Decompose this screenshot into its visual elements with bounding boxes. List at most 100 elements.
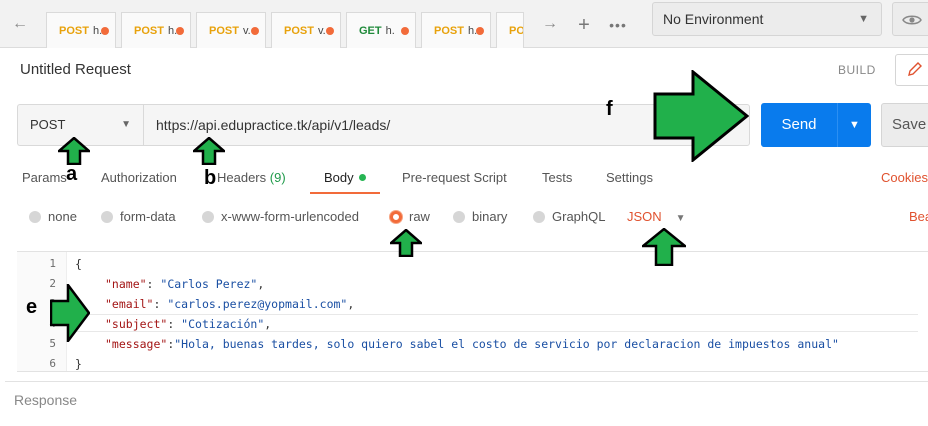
json-trail: , [347,297,355,311]
code-line: } [75,357,82,371]
radio-label: form-data [120,209,176,224]
response-divider [5,381,928,382]
tab-prerequest-script[interactable]: Pre-request Script [402,170,507,185]
radio-raw[interactable]: raw [390,209,430,224]
tab-settings[interactable]: Settings [606,170,653,185]
environment-selected: No Environment [663,11,764,27]
tab-method: POST [134,25,164,37]
close-brace: } [75,357,82,371]
radio-circle [101,211,113,223]
code-line: { [75,257,82,271]
pencil-icon[interactable] [895,54,928,86]
tab-name: h. [385,25,395,37]
environment-select[interactable]: No Environment ▼ [652,2,882,36]
cookies-link[interactable]: Cookies [881,170,928,185]
request-tab[interactable]: POST h. [46,12,116,48]
radio-graphql[interactable]: GraphQL [533,209,605,224]
json-trail: , [264,317,272,331]
radio-label: binary [472,209,508,224]
radio-form-data[interactable]: form-data [101,209,176,224]
request-tab[interactable]: POST h. [421,12,491,48]
annotation-arrow-up-icon [193,137,225,165]
tab-method: POST [284,25,314,37]
radio-none[interactable]: none [29,209,77,224]
code-line: "email": "carlos.perez@yopmail.com", [105,297,354,311]
code-line: "subject": "Cotización", [105,317,271,331]
more-tabs-icon[interactable]: ••• [606,14,630,38]
radio-binary[interactable]: binary [453,209,507,224]
back-arrow-icon[interactable]: ← [10,14,30,34]
annotation-label-b: b [204,167,217,189]
chevron-down-icon: ▼ [121,119,131,130]
json-value: "carlos.perez@yopmail.com" [167,297,348,311]
unsaved-dot-icon [251,27,259,35]
open-brace: { [75,257,82,271]
annotation-arrow-up-icon [390,229,422,257]
unsaved-dot-icon [401,27,409,35]
tab-body[interactable]: Body [324,170,366,185]
new-tab-button[interactable]: + [572,14,596,38]
request-tab[interactable]: POST v. [196,12,266,48]
radio-circle [453,211,465,223]
tab-name: v. [317,25,326,37]
code-line: "name": "Carlos Perez", [105,277,264,291]
request-tab[interactable]: POST v. [271,12,341,48]
annotation-arrow-right-icon [653,70,749,162]
headers-count-badge: (9) [269,170,286,185]
tab-method: POS [509,25,523,37]
tab-params[interactable]: Params [22,170,67,185]
active-tab-indicator [310,192,380,194]
unsaved-dot-icon [101,27,109,35]
body-format-value: JSON [627,209,662,224]
json-sep: : [153,297,168,311]
request-tab-bar: ← POST h. POST h. POST v. POST v. GET h. POST… [0,0,928,48]
chevron-down-icon: ▼ [675,213,686,224]
annotation-label-a: a [66,163,78,185]
tab-name: v. [242,25,251,37]
unsaved-dot-icon [326,27,334,35]
json-key: "message" [105,337,168,351]
line-number: 1 [49,257,56,270]
request-tab[interactable]: POST h. [121,12,191,48]
annotation-arrow-right-icon [50,284,90,342]
radio-x-www-form-urlencoded[interactable]: x-www-form-urlencoded [202,209,359,224]
request-tab[interactable]: POS [496,12,524,48]
tab-method: POST [59,25,89,37]
annotation-arrow-up-icon [58,137,90,165]
forward-arrow-icon[interactable]: → [540,14,560,34]
tab-headers[interactable]: Headers (9) [217,170,286,185]
unsaved-dot-icon [176,27,184,35]
annotation-label-f: f [606,98,613,120]
tab-method: GET [359,25,382,37]
request-title[interactable]: Untitled Request [20,61,131,78]
radio-label: raw [409,209,430,224]
send-button[interactable]: Send [761,103,837,147]
beautify-link[interactable]: Bea [909,209,928,224]
send-options-chevron-icon[interactable]: ▼ [837,103,871,147]
radio-circle [29,211,41,223]
save-button[interactable]: Save [881,103,928,147]
eye-icon[interactable] [892,2,928,36]
request-tab[interactable]: GET h. [346,12,416,48]
radio-circle [533,211,545,223]
tab-tests[interactable]: Tests [542,170,572,185]
tab-method: POST [209,25,239,37]
body-format-select[interactable]: JSON ▼ [627,209,686,224]
body-active-dot-icon [358,174,366,181]
code-line: "message":"Hola, buenas tardes, solo qui… [105,337,839,351]
json-trail: , [257,277,265,291]
radio-circle-selected [390,211,402,223]
postman-window: ← POST h. POST h. POST v. POST v. GET h. POST… [0,0,928,426]
tab-body-label: Body [324,170,354,185]
line-number: 6 [49,357,56,370]
radio-label: GraphQL [552,209,606,224]
json-sep: : [146,277,161,291]
json-key: "email" [105,297,154,311]
tab-headers-label: Headers [217,170,267,185]
json-value: "Cotización" [181,317,265,331]
annotation-arrow-up-icon [642,228,686,266]
tab-authorization[interactable]: Authorization [101,170,177,185]
build-label[interactable]: BUILD [838,63,876,77]
body-code-editor[interactable]: 1 2 3 4 5 6 { "name": "Carlos Perez", "e… [17,251,928,372]
json-value: "Hola, buenas tardes, solo quiero sabel … [174,337,839,351]
